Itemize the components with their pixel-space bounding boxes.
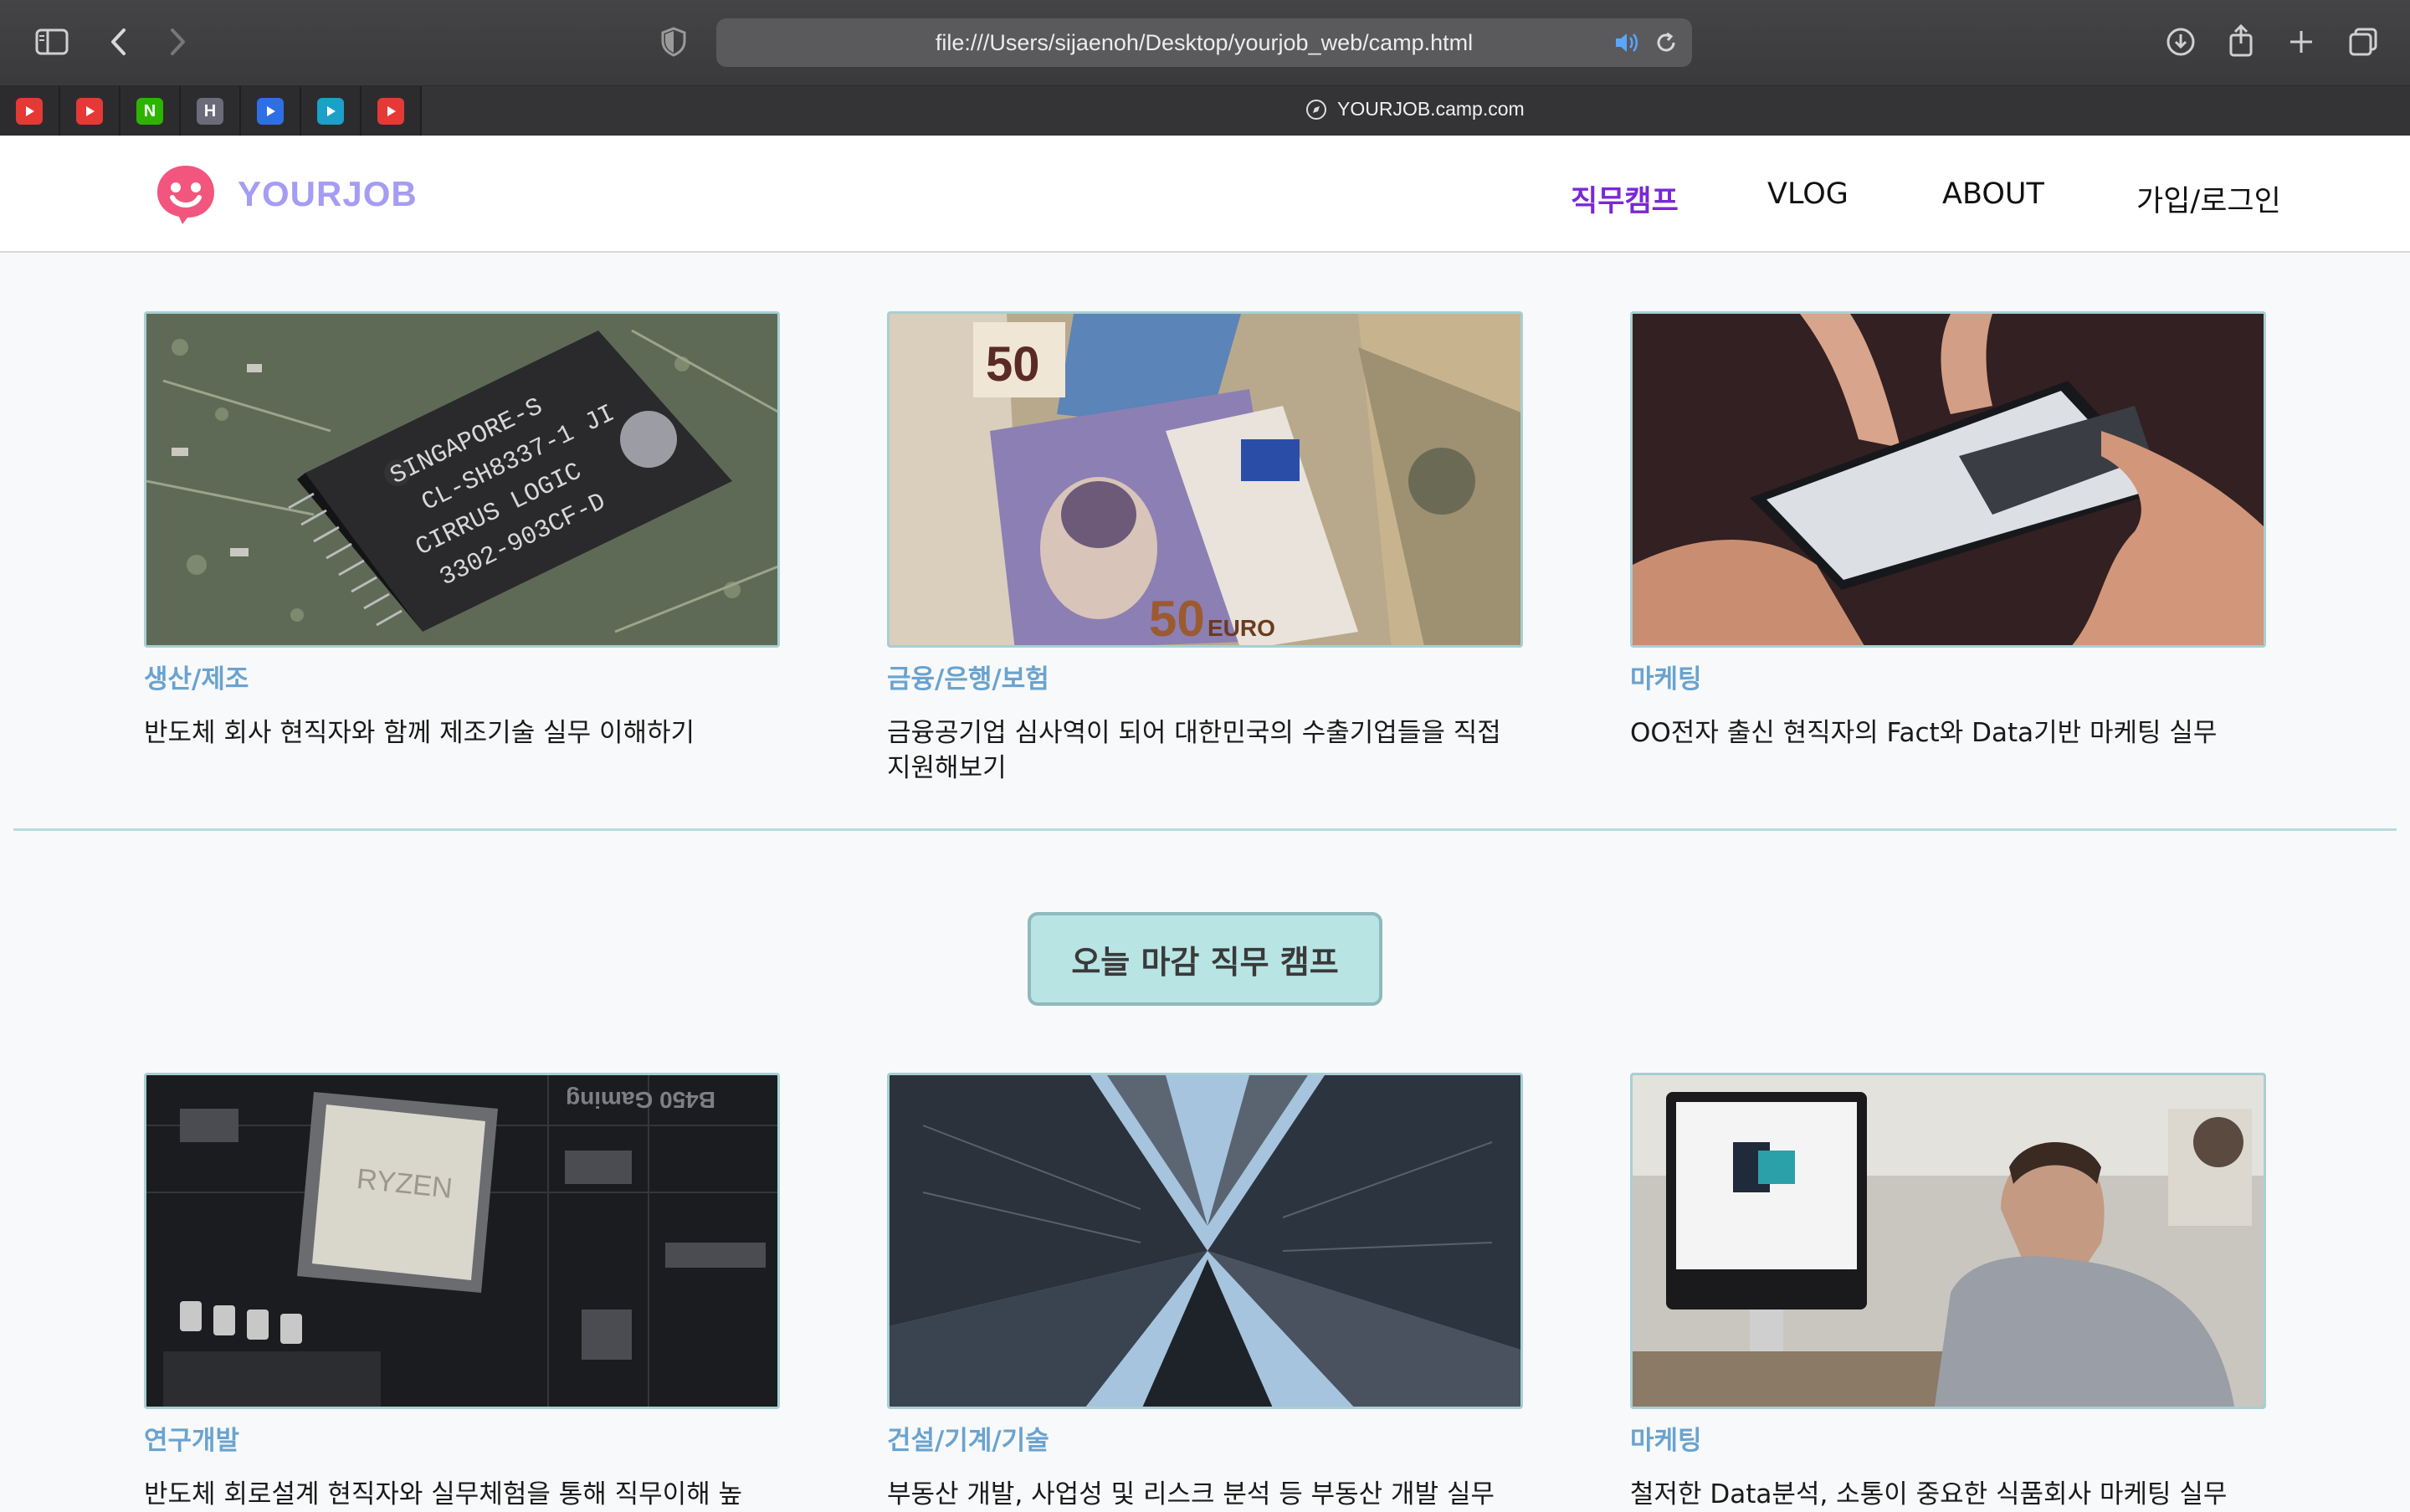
camp-card[interactable]: RYZEN B450 Gaming 연구개발 반도체 회로설계 현직자와 실무체… <box>144 1073 780 1512</box>
nav-vlog[interactable]: VLOG <box>1767 177 1849 211</box>
favorite-naver[interactable]: N <box>120 86 181 136</box>
camp-card[interactable]: 50 50 EURO 금융/은행/보험 금융공기업 심사역이 되어 대한민국의 … <box>887 311 1523 786</box>
reload-icon[interactable] <box>1654 30 1679 59</box>
camp-card-title[interactable]: 부동산 개발, 사업성 및 리스크 분석 등 부동산 개발 실무 <box>887 1477 1523 1512</box>
privacy-shield-icon[interactable] <box>661 27 686 60</box>
speaker-icon[interactable] <box>1613 30 1640 59</box>
logo-smiley-icon <box>157 166 214 224</box>
favorites-bar: NH YOURJOB.camp.com <box>0 85 2410 136</box>
camp-card[interactable]: 마케팅 OO전자 출신 현직자의 Fact와 Data기반 마케팅 실무 <box>1630 311 2266 751</box>
address-bar-url[interactable]: file:///Users/sijaenoh/Desktop/yourjob_w… <box>936 30 1473 56</box>
camp-card[interactable]: 건설/기계/기술 부동산 개발, 사업성 및 리스크 분석 등 부동산 개발 실… <box>887 1073 1523 1512</box>
share-icon[interactable] <box>2218 17 2264 64</box>
camp-card-title[interactable]: OO전자 출신 현직자의 Fact와 Data기반 마케팅 실무 <box>1630 715 2266 751</box>
camp-card-category: 마케팅 <box>1630 664 1702 694</box>
favorite-mail[interactable] <box>241 86 301 136</box>
camp-card-category: 금융/은행/보험 <box>887 664 1049 694</box>
svg-text:B450 Gaming: B450 Gaming <box>566 1087 715 1113</box>
today-deadline-button[interactable]: 오늘 마감 직무 캠프 <box>1028 912 1382 1006</box>
favorite-h-site[interactable]: H <box>181 86 241 136</box>
forward-icon[interactable] <box>154 18 201 65</box>
camp-card-title[interactable]: 반도체 회로설계 현직자와 실무체험을 통해 직무이해 높 <box>144 1477 780 1512</box>
tab-title: YOURJOB.camp.com <box>1337 98 1525 120</box>
camp-card-category: 마케팅 <box>1630 1426 1702 1456</box>
youtube-2-icon <box>377 98 404 125</box>
compass-icon <box>1306 99 1326 120</box>
camp-card-title[interactable]: 금융공기업 심사역이 되어 대한민국의 수출기업들을 직접 지원해보기 <box>887 715 1523 786</box>
browser-toolbar: file:///Users/sijaenoh/Desktop/yourjob_w… <box>0 0 2410 85</box>
edge-icon <box>317 98 344 125</box>
camp-card-title[interactable]: 반도체 회사 현직자와 함께 제조기술 실무 이해하기 <box>144 715 780 751</box>
camp-card-image[interactable]: SINGAPORE-S CL-SH8337-1 JI CIRRUS LOGIC … <box>144 311 780 648</box>
mail-icon <box>257 98 284 125</box>
tab-overview-icon[interactable] <box>2340 18 2387 65</box>
camp-card-image[interactable]: 50 50 EURO <box>887 311 1523 648</box>
h-site-icon: H <box>197 98 223 125</box>
camp-card-image[interactable]: RYZEN B450 Gaming <box>144 1073 780 1409</box>
camp-card-category: 건설/기계/기술 <box>887 1426 1049 1456</box>
favorite-youtube[interactable] <box>60 86 120 136</box>
sidebar-toggle-icon[interactable] <box>28 18 75 65</box>
site-logo[interactable]: YOURJOB <box>154 162 418 226</box>
nav-job-camp[interactable]: 직무캠프 <box>1571 177 1679 220</box>
camp-card-image[interactable] <box>1630 311 2266 648</box>
naver-icon: N <box>136 98 163 125</box>
camp-card[interactable]: 마케팅 철저한 Data분석, 소통이 중요한 식품회사 마케팅 실무 <box>1630 1073 2266 1512</box>
back-icon[interactable] <box>95 18 142 65</box>
youtube-icon <box>76 98 103 125</box>
logo-text: YOURJOB <box>238 174 418 213</box>
svg-text:EURO: EURO <box>1208 615 1275 641</box>
section-divider <box>13 828 2397 831</box>
new-tab-icon[interactable] <box>2278 18 2325 65</box>
nav-signup-login[interactable]: 가입/로그인 <box>2136 177 2281 220</box>
camp-card-image[interactable] <box>887 1073 1523 1409</box>
download-icon[interactable] <box>2157 18 2204 65</box>
favorite-youtube-music[interactable] <box>0 86 60 136</box>
camp-card[interactable]: SINGAPORE-S CL-SH8337-1 JI CIRRUS LOGIC … <box>144 311 780 751</box>
svg-text:50: 50 <box>1149 591 1205 647</box>
camp-card-category: 생산/제조 <box>144 664 249 694</box>
favorite-youtube-2[interactable] <box>362 86 422 136</box>
site-header: YOURJOB 직무캠프 VLOG ABOUT 가입/로그인 <box>0 136 2410 253</box>
camp-card-image[interactable] <box>1630 1073 2266 1409</box>
camp-list: SINGAPORE-S CL-SH8337-1 JI CIRRUS LOGIC … <box>13 254 2397 1509</box>
svg-text:50: 50 <box>986 337 1040 392</box>
pinned-tabs: NH <box>0 86 422 136</box>
camp-card-category: 연구개발 <box>144 1426 240 1456</box>
favorite-edge[interactable] <box>301 86 362 136</box>
address-bar[interactable]: file:///Users/sijaenoh/Desktop/yourjob_w… <box>716 18 1692 67</box>
youtube-music-icon <box>16 98 43 125</box>
browser-chrome: file:///Users/sijaenoh/Desktop/yourjob_w… <box>0 0 2410 136</box>
nav-about[interactable]: ABOUT <box>1942 177 2044 211</box>
camp-card-title[interactable]: 철저한 Data분석, 소통이 중요한 식품회사 마케팅 실무 <box>1630 1477 2266 1512</box>
active-tab[interactable]: YOURJOB.camp.com <box>1305 98 1525 120</box>
